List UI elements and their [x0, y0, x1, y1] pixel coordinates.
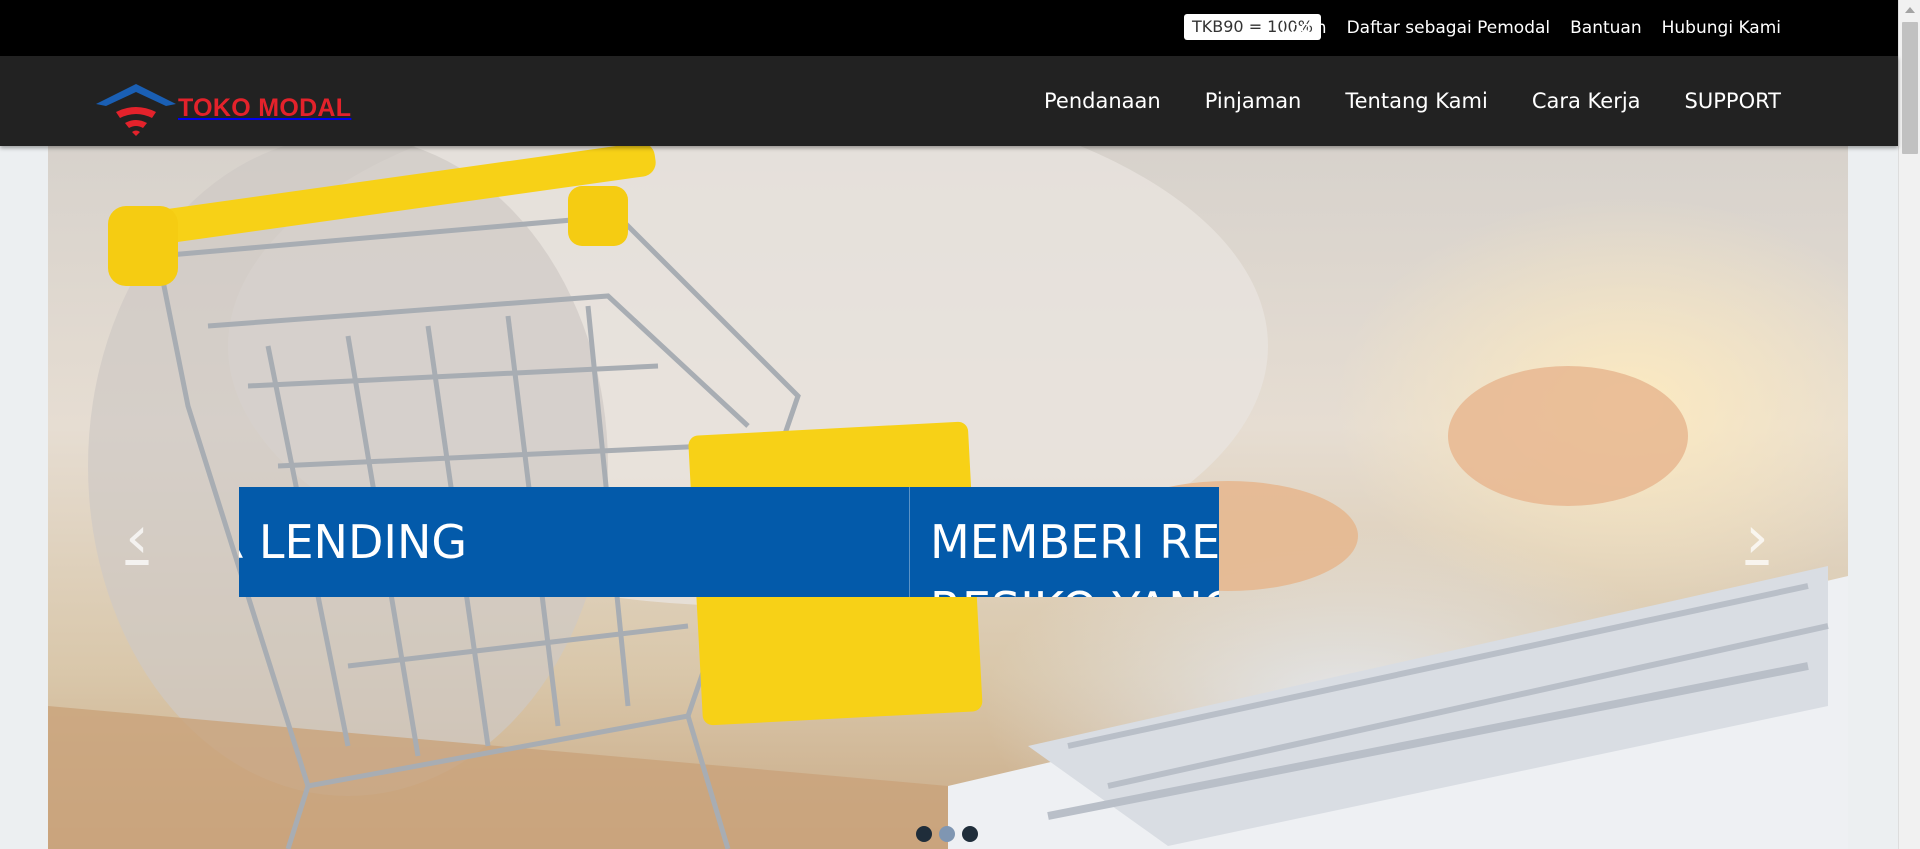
slide-caption-band: R LENDING MEMBERI RET RESIKO YANG [239, 487, 1219, 597]
login-link[interactable]: Login [1281, 18, 1327, 38]
utility-links: Login Daftar sebagai Pemodal Bantuan Hub… [1281, 0, 1781, 56]
nav-item-tentang-kami[interactable]: Tentang Kami [1345, 89, 1487, 113]
nav-item-pinjaman[interactable]: Pinjaman [1205, 89, 1302, 113]
brand-logo[interactable]: TOKO MODAL [94, 78, 351, 138]
scroll-up-arrow-icon[interactable] [1905, 7, 1915, 13]
top-utility-bar: TKB90 = 100% Login Daftar sebagai Pemoda… [0, 0, 1898, 56]
carousel-indicator-1[interactable] [916, 826, 932, 842]
nav-item-support[interactable]: SUPPORT [1685, 89, 1781, 113]
carousel-indicator-3[interactable] [962, 826, 978, 842]
carousel-next-button[interactable]: › [1732, 502, 1782, 572]
hero-carousel: R LENDING MEMBERI RET RESIKO YANG ‹ › [48, 146, 1848, 849]
carousel-indicator-2[interactable] [939, 826, 955, 842]
slide-caption-right: MEMBERI RET [930, 515, 1219, 569]
slide-caption-right-line2: RESIKO YANG [930, 582, 1219, 597]
scroll-thumb[interactable] [1902, 22, 1918, 154]
carousel-indicators [916, 826, 978, 842]
carousel-prev-button[interactable]: ‹ [112, 502, 162, 572]
chevron-right-icon: › [1745, 503, 1769, 571]
help-link[interactable]: Bantuan [1570, 18, 1642, 38]
main-navbar: TOKO MODAL Pendanaan Pinjaman Tentang Ka… [0, 56, 1898, 146]
slide-divider [909, 487, 910, 597]
main-nav: Pendanaan Pinjaman Tentang Kami Cara Ker… [1044, 56, 1781, 146]
chevron-left-icon: ‹ [125, 503, 149, 571]
page-scrollbar[interactable] [1898, 0, 1920, 849]
nav-item-cara-kerja[interactable]: Cara Kerja [1532, 89, 1641, 113]
slide-caption-left: R LENDING [239, 515, 467, 569]
nav-item-pendanaan[interactable]: Pendanaan [1044, 89, 1161, 113]
contact-link[interactable]: Hubungi Kami [1662, 18, 1781, 38]
house-wifi-logo-icon [96, 84, 176, 136]
register-lender-link[interactable]: Daftar sebagai Pemodal [1347, 18, 1551, 38]
brand-name: TOKO MODAL [178, 93, 352, 122]
